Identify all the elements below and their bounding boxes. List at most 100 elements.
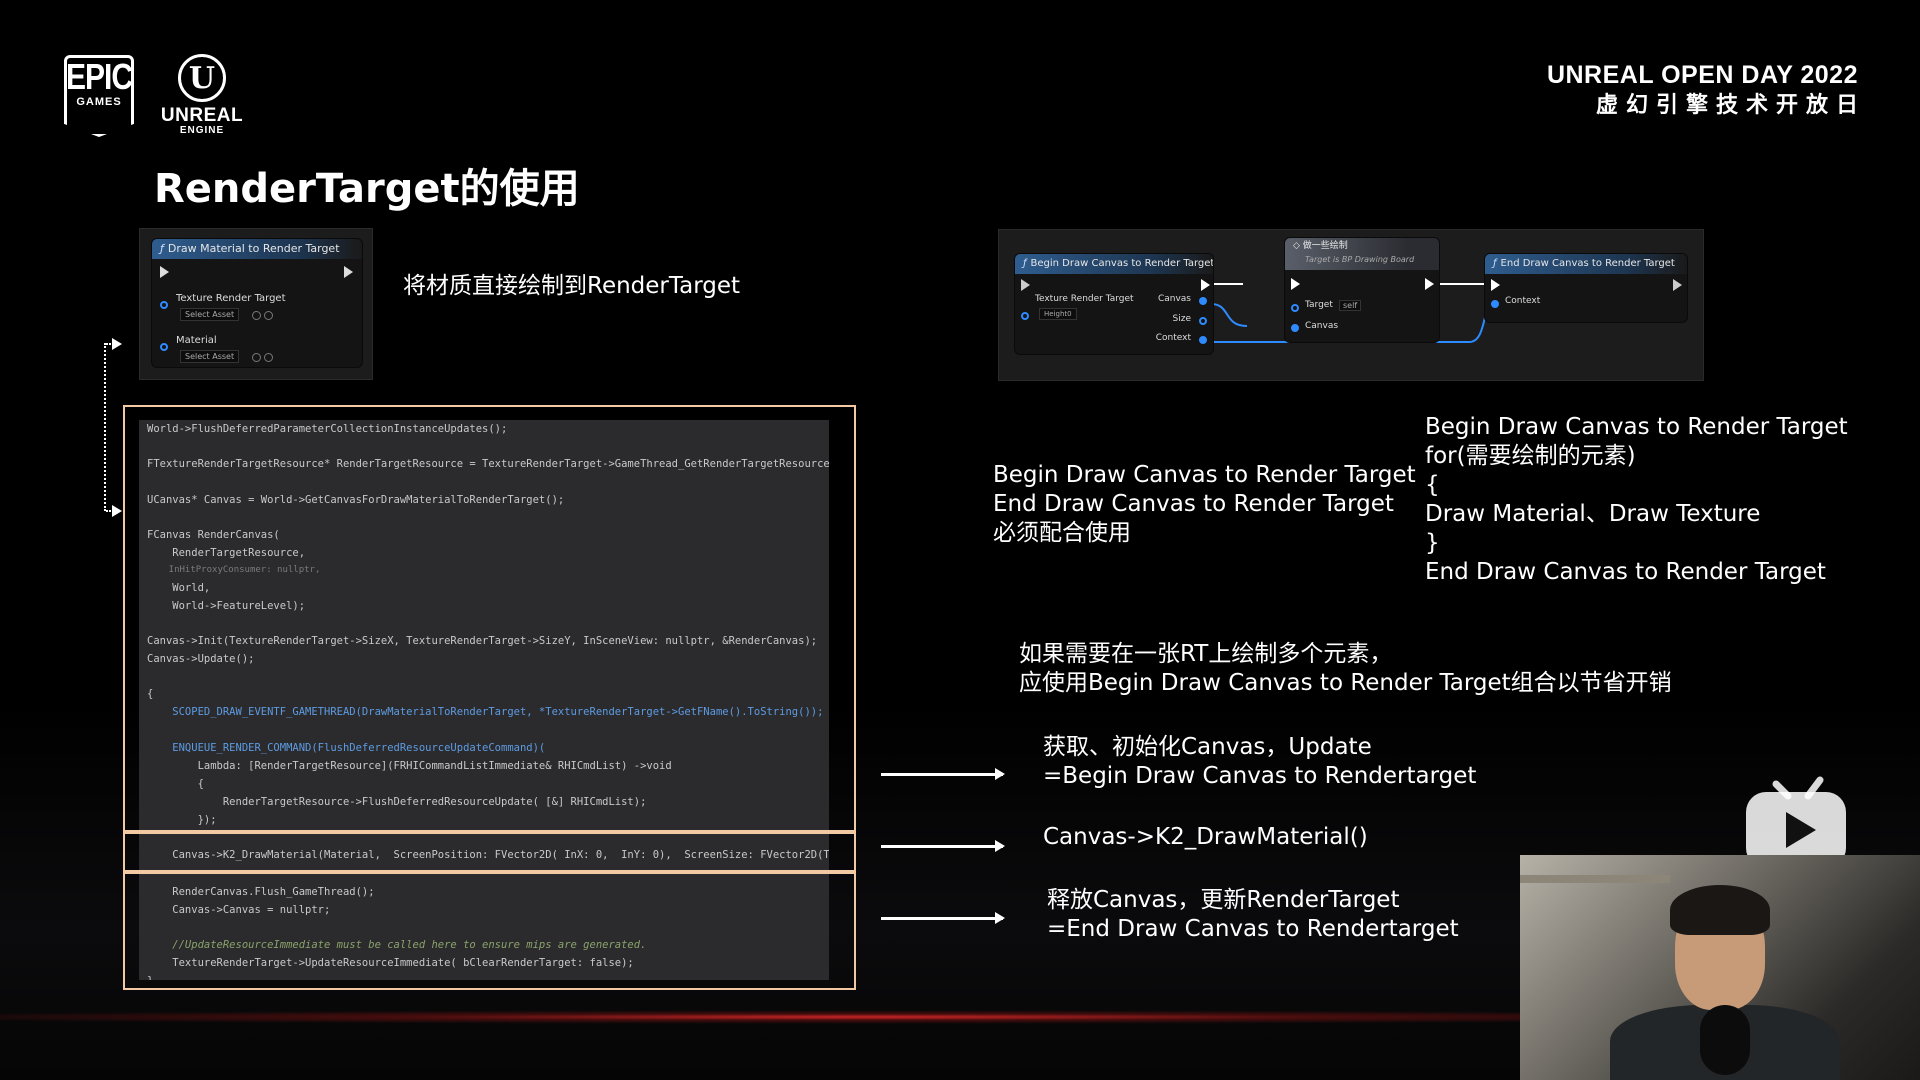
note-line: } <box>1425 530 1440 556</box>
explain-line: =End Draw Canvas to Rendertarget <box>1047 916 1459 942</box>
function-icon: ƒ <box>160 242 164 255</box>
arrow-icon <box>881 840 1005 852</box>
browse-icon[interactable] <box>252 311 261 320</box>
arrowhead-icon <box>112 338 122 350</box>
presenter-hair <box>1670 885 1770 935</box>
code-highlight-end <box>123 872 856 990</box>
unreal-logo-text: UNREAL <box>160 105 244 126</box>
node-header: ƒ Begin Draw Canvas to Render Target <box>1015 254 1213 274</box>
exec-out-pin[interactable] <box>1673 279 1682 291</box>
texture-asset-select[interactable]: Height0 <box>1039 308 1077 320</box>
note-line: 如果需要在一张RT上绘制多个元素， <box>1019 641 1393 667</box>
note-line: { <box>1425 472 1440 498</box>
microphone <box>1700 1005 1750 1075</box>
presenter-webcam <box>1520 855 1920 1080</box>
node-title: 做一些绘制 <box>1302 241 1348 251</box>
texture-pin[interactable] <box>1021 312 1029 320</box>
bilibili-tv-icon <box>1746 776 1846 868</box>
note-line: End Draw Canvas to Render Target <box>993 491 1394 517</box>
function-icon: ƒ <box>1493 258 1497 269</box>
page-title: RenderTarget的使用 <box>154 166 580 212</box>
draw-material-node-panel: ƒ Draw Material to Render Target Texture … <box>139 228 373 380</box>
node-title: End Draw Canvas to Render Target <box>1500 258 1675 269</box>
exec-in-pin[interactable] <box>1021 279 1030 291</box>
context-in-pin[interactable] <box>1491 300 1499 308</box>
material-pin[interactable] <box>160 343 168 351</box>
target-pin-label: Target <box>1305 300 1333 310</box>
begin-draw-canvas-node[interactable]: ƒ Begin Draw Canvas to Render Target Text… <box>1015 254 1213 354</box>
epic-logo-subtext: GAMES <box>76 96 122 108</box>
arrow-icon <box>881 768 1005 780</box>
note-multi: 如果需要在一张RT上绘制多个元素， 应使用Begin Draw Canvas t… <box>1019 640 1672 698</box>
note-line: Begin Draw Canvas to Render Target <box>993 462 1416 488</box>
exec-out-pin[interactable] <box>344 266 353 278</box>
unreal-logo-subtext: ENGINE <box>179 125 225 136</box>
arrowhead-icon <box>112 505 122 517</box>
context-out-pin[interactable] <box>1199 336 1207 344</box>
node-header: ◇ 做一些绘制 Target is BP Drawing Board <box>1285 238 1439 270</box>
texture-pin-label: Texture Render Target <box>176 293 286 304</box>
node-header: ƒ End Draw Canvas to Render Target <box>1485 254 1687 274</box>
size-out-pin[interactable] <box>1199 317 1207 325</box>
texture-pin-label: Texture Render Target <box>1035 294 1134 304</box>
code-highlight-begin <box>123 405 856 832</box>
node-title: Draw Material to Render Target <box>167 242 340 255</box>
event-title-cn: 虚幻引擎技术开放日 <box>1595 92 1866 117</box>
code-highlight-draw <box>123 832 856 872</box>
exec-out-pin[interactable] <box>1425 278 1434 290</box>
canvas-out-label: Canvas <box>1157 294 1191 304</box>
material-asset-select[interactable]: Select Asset <box>180 350 240 363</box>
canvas-in-pin[interactable] <box>1291 324 1299 332</box>
node-title: Begin Draw Canvas to Render Target <box>1030 258 1213 269</box>
arrow-icon <box>881 912 1005 924</box>
explain-line: 获取、初始化Canvas，Update <box>1043 734 1372 760</box>
explain-draw: Canvas->K2_DrawMaterial() <box>1043 823 1368 852</box>
canvas-in-label: Canvas <box>1305 321 1339 331</box>
function-icon: ƒ <box>1023 258 1027 269</box>
target-self-box[interactable]: self <box>1339 300 1362 311</box>
caption-draw-material: 将材质直接绘制到RenderTarget <box>403 273 741 299</box>
dashed-connector <box>104 343 108 511</box>
search-icon[interactable] <box>264 311 273 320</box>
exec-in-pin[interactable] <box>1491 279 1500 291</box>
explain-end: 释放Canvas，更新RenderTarget =End Draw Canvas… <box>1047 886 1459 944</box>
target-pin[interactable] <box>1291 304 1299 312</box>
draw-material-node[interactable]: ƒ Draw Material to Render Target Texture … <box>152 239 362 367</box>
note-line: Draw Material、Draw Texture <box>1425 501 1761 527</box>
exec-in-pin[interactable] <box>1291 278 1300 290</box>
exec-in-pin[interactable] <box>160 266 169 278</box>
note-line: 必须配合使用 <box>993 520 1131 546</box>
note-pair: Begin Draw Canvas to Render Target End D… <box>993 461 1416 548</box>
node-subtitle: Target is BP Drawing Board <box>1305 255 1415 264</box>
texture-pin[interactable] <box>160 301 168 309</box>
unreal-engine-logo: U UNREAL ENGINE <box>150 54 254 136</box>
browse-icon[interactable] <box>252 353 261 362</box>
end-draw-canvas-node[interactable]: ƒ End Draw Canvas to Render Target Contex… <box>1485 254 1687 322</box>
node-header: ƒ Draw Material to Render Target <box>152 239 362 259</box>
note-loop: Begin Draw Canvas to Render Target for(需… <box>1425 413 1848 587</box>
note-line: for(需要绘制的元素) <box>1425 443 1636 469</box>
event-title-en: UNREAL OPEN DAY 2022 <box>1546 61 1858 89</box>
context-in-label: Context <box>1505 296 1541 306</box>
epic-games-logo: EPIC GAMES <box>64 55 134 137</box>
note-line: End Draw Canvas to Render Target <box>1425 559 1826 585</box>
event-icon: ◇ <box>1293 241 1303 251</box>
unreal-u-icon: U <box>178 54 226 102</box>
background-bunk-bed <box>1520 875 1670 883</box>
search-icon[interactable] <box>264 353 273 362</box>
explain-line: 释放Canvas，更新RenderTarget <box>1047 887 1400 913</box>
event-title: UNREAL OPEN DAY 2022 虚幻引擎技术开放日 <box>1547 60 1858 120</box>
epic-logo-text: EPIC <box>65 57 133 98</box>
canvas-out-pin[interactable] <box>1199 297 1207 305</box>
canvas-graph-panel: ƒ Begin Draw Canvas to Render Target Text… <box>998 229 1704 381</box>
custom-draw-node[interactable]: ◇ 做一些绘制 Target is BP Drawing Board Targe… <box>1285 238 1439 342</box>
material-pin-label: Material <box>176 335 217 346</box>
size-out-label: Size <box>1172 314 1191 324</box>
explain-line: =Begin Draw Canvas to Rendertarget <box>1043 763 1477 789</box>
note-line: 应使用Begin Draw Canvas to Render Target组合以… <box>1019 670 1672 696</box>
note-line: Begin Draw Canvas to Render Target <box>1425 414 1848 440</box>
exec-out-pin[interactable] <box>1201 279 1210 291</box>
explain-begin: 获取、初始化Canvas，Update =Begin Draw Canvas t… <box>1043 733 1476 791</box>
explain-line: Canvas->K2_DrawMaterial() <box>1043 824 1368 850</box>
texture-asset-select[interactable]: Select Asset <box>180 308 240 321</box>
